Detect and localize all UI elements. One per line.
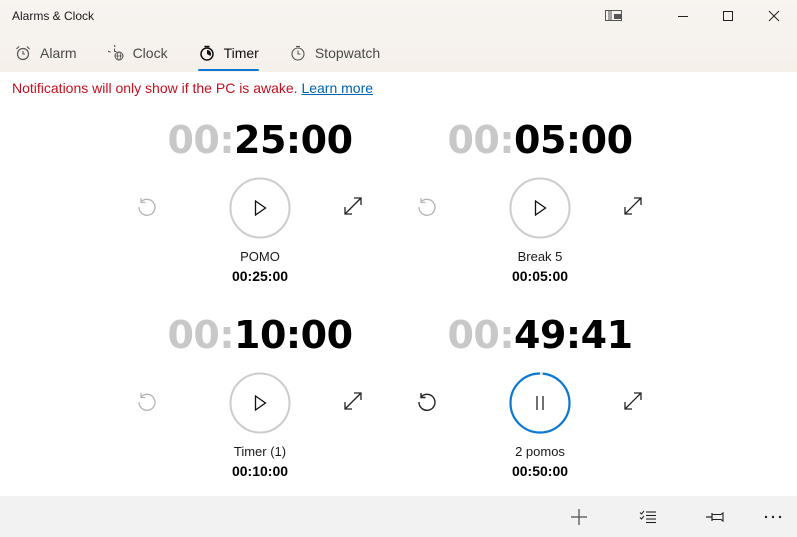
- timer-display: 00:10:00: [120, 313, 400, 357]
- tab-label: Stopwatch: [314, 45, 381, 61]
- notification-warning: Notifications will only show if the PC i…: [12, 80, 373, 96]
- stopwatch-icon: [289, 44, 307, 62]
- compact-overlay-button[interactable]: [591, 0, 637, 32]
- timer-remaining: 25:00: [234, 118, 353, 162]
- timer-remaining: 05:00: [514, 118, 633, 162]
- expand-button[interactable]: [622, 195, 644, 217]
- maximize-icon: [723, 11, 733, 21]
- timer-display: 00:05:00: [400, 118, 680, 162]
- tab-alarm[interactable]: Alarm: [14, 38, 77, 68]
- expand-icon: [624, 197, 642, 215]
- play-button[interactable]: [509, 177, 571, 239]
- minimize-button[interactable]: [660, 0, 706, 32]
- minimize-icon: [678, 16, 688, 17]
- tab-label: Clock: [132, 45, 168, 61]
- play-button[interactable]: [229, 177, 291, 239]
- tab-label: Alarm: [40, 45, 77, 61]
- timer-name: Timer (1): [233, 444, 287, 459]
- play-button[interactable]: [229, 372, 291, 434]
- reset-icon: [138, 198, 156, 216]
- timer-duration: 00:50:00: [511, 463, 569, 479]
- reset-icon: [418, 198, 436, 216]
- checklist-icon: [639, 510, 656, 524]
- timer-duration: 00:10:00: [231, 463, 289, 479]
- pause-button[interactable]: [509, 372, 571, 434]
- tab-bar: Alarm Clock Timer Stopwatch: [0, 38, 396, 72]
- expand-button[interactable]: [342, 390, 364, 412]
- close-icon: [768, 10, 780, 22]
- world-clock-icon: [107, 44, 125, 62]
- timer-name: POMO: [240, 249, 280, 264]
- reset-button[interactable]: [414, 389, 440, 415]
- play-icon: [229, 372, 291, 434]
- pin-button[interactable]: [700, 504, 730, 530]
- timer-duration: 00:25:00: [231, 268, 289, 284]
- tab-stopwatch[interactable]: Stopwatch: [289, 38, 380, 68]
- timer-hours: 00:: [447, 313, 515, 357]
- timer-card-running[interactable]: 00:49:41 2 pomos 00:50:00: [400, 313, 680, 503]
- timer-remaining: 10:00: [234, 313, 353, 357]
- expand-button[interactable]: [622, 390, 644, 412]
- play-icon: [509, 177, 571, 239]
- timer-display: 00:25:00: [120, 118, 400, 162]
- tab-timer[interactable]: Timer: [197, 38, 260, 71]
- close-button[interactable]: [751, 0, 797, 32]
- reset-icon: [418, 393, 436, 411]
- learn-more-link[interactable]: Learn more: [301, 80, 373, 96]
- window-title: Alarms & Clock: [12, 9, 95, 23]
- compact-overlay-icon: [605, 10, 622, 21]
- more-button[interactable]: [758, 504, 788, 530]
- tab-clock[interactable]: Clock: [107, 38, 168, 68]
- tab-label: Timer: [223, 45, 259, 61]
- timer-card[interactable]: 00:10:00 Timer (1) 00:10:00: [120, 313, 400, 503]
- expand-icon: [624, 392, 642, 410]
- expand-icon: [344, 197, 362, 215]
- more-icon: [764, 515, 782, 519]
- command-bar: [0, 496, 797, 537]
- pause-icon: [509, 372, 571, 434]
- timer-remaining: 49:41: [514, 313, 633, 357]
- notice-text: Notifications will only show if the PC i…: [12, 80, 298, 96]
- progress-ring: [509, 372, 571, 434]
- select-timers-button[interactable]: [633, 504, 663, 530]
- pin-icon: [706, 511, 724, 523]
- timer-name: 2 pomos: [515, 444, 565, 459]
- maximize-button[interactable]: [705, 0, 751, 32]
- play-icon: [229, 177, 291, 239]
- reset-icon: [138, 393, 156, 411]
- title-bar: Alarms & Clock Alarm Clock Timer Stopwat…: [0, 0, 797, 72]
- reset-button[interactable]: [134, 389, 160, 415]
- expand-icon: [344, 392, 362, 410]
- add-timer-button[interactable]: [564, 504, 594, 530]
- timer-display: 00:49:41: [400, 313, 680, 357]
- timer-icon: [198, 44, 216, 62]
- timer-hours: 00:: [167, 313, 235, 357]
- alarm-clock-icon: [14, 44, 32, 62]
- expand-button[interactable]: [342, 195, 364, 217]
- reset-button[interactable]: [414, 194, 440, 220]
- alarms-clock-app: Alarms & Clock Alarm Clock Timer Stopwat…: [0, 0, 797, 537]
- timer-name: Break 5: [517, 249, 563, 264]
- timer-duration: 00:05:00: [511, 268, 569, 284]
- reset-button[interactable]: [134, 194, 160, 220]
- timer-hours: 00:: [167, 118, 235, 162]
- timer-card[interactable]: 00:05:00 Break 5 00:05:00: [400, 118, 680, 308]
- timer-card[interactable]: 00:25:00 POMO 00:25:00: [120, 118, 400, 308]
- plus-icon: [571, 509, 587, 525]
- timer-hours: 00:: [447, 118, 515, 162]
